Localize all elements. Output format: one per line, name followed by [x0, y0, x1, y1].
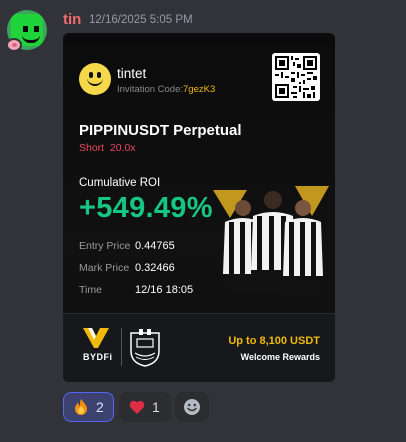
- mark-price-value: 0.32466: [135, 262, 175, 274]
- qr-code-icon: [272, 53, 320, 101]
- reaction-heart-count: 1: [152, 399, 160, 415]
- mark-price-label: Mark Price: [79, 262, 130, 274]
- fire-icon: [75, 399, 87, 415]
- invitation-label: Invitation Code:: [117, 84, 184, 95]
- qr-code-graphic: [275, 56, 317, 98]
- entry-price-label: Entry Price: [79, 240, 131, 252]
- player-right: [283, 200, 323, 296]
- add-reaction-smiley-icon: [184, 399, 200, 415]
- time-value: 12/16 18:05: [135, 284, 194, 296]
- card-footer: BYDFi Up to 8,100 USDT Welcome Rewards: [63, 314, 335, 382]
- footer-separator: [121, 328, 122, 366]
- add-reaction-button[interactable]: [175, 392, 209, 422]
- reaction-fire-count: 2: [96, 399, 104, 415]
- roi-value: +549.49%: [79, 192, 213, 224]
- avatar-mouth: [22, 35, 40, 43]
- trading-pair: PIPPINUSDT Perpetual: [79, 122, 242, 139]
- time-label: Time: [79, 284, 102, 296]
- avatar-decoration-icon: [6, 38, 22, 52]
- smiley-mouth: [87, 77, 103, 86]
- pnl-share-card[interactable]: tintet Invitation Code:7gezK3 PIPPINUSDT…: [63, 33, 335, 382]
- entry-price-value: 0.44765: [135, 240, 175, 252]
- position-direction: Short: [79, 142, 105, 154]
- author-name[interactable]: tin: [63, 11, 81, 28]
- smiley-avatar-icon: [79, 63, 111, 95]
- invitation-line: Invitation Code:7gezK3: [117, 84, 215, 95]
- bydfi-brand-text: BYDFi: [83, 352, 113, 362]
- avatar-eye-left: [23, 26, 28, 32]
- football-players-image: [213, 186, 329, 296]
- card-user-handle: tintet: [117, 66, 147, 81]
- position-leverage: 20.0x: [109, 142, 136, 154]
- bydfi-logo-icon: [83, 328, 109, 348]
- promo-title: Up to 8,100 USDT: [228, 335, 320, 347]
- heart-icon: [129, 400, 145, 414]
- message-timestamp[interactable]: 12/16/2025 5:05 PM: [89, 14, 193, 26]
- newcastle-crest-icon: [130, 329, 160, 367]
- invitation-code: 7gezK3: [183, 84, 216, 95]
- promo-subtitle: Welcome Rewards: [240, 352, 320, 362]
- avatar-eye-right: [34, 26, 39, 32]
- reaction-fire[interactable]: 2: [63, 392, 114, 422]
- position-side: Short 20.0x: [79, 142, 136, 154]
- roi-label: Cumulative ROI: [79, 177, 161, 189]
- card-background: tintet Invitation Code:7gezK3 PIPPINUSDT…: [63, 33, 335, 382]
- reaction-heart[interactable]: 1: [119, 392, 171, 422]
